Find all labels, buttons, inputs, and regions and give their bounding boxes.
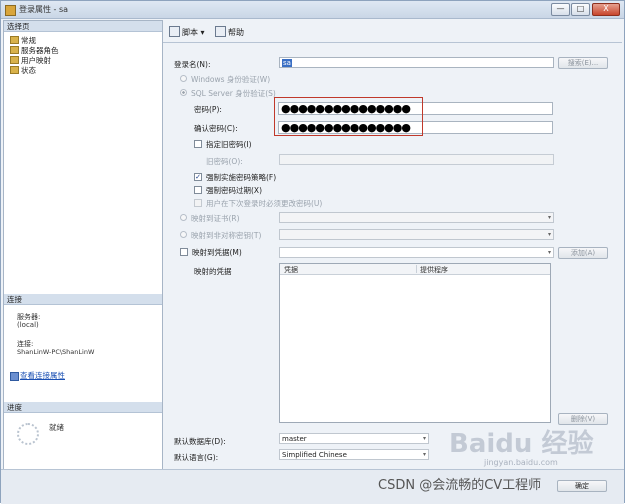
map-asymmetric-key-radio[interactable] [180,231,187,238]
map-asymmetric-key-label: 映射到非对称密钥(T) [191,231,262,240]
progress-spinner-icon [17,423,39,445]
ok-button[interactable]: 确定 [557,480,607,492]
maximize-button[interactable]: □ [571,3,590,16]
default-language-label: 默认语言(G): [174,453,219,462]
script-button[interactable]: 脚本 ▾ [169,26,205,38]
windows-auth-radio[interactable] [180,75,187,82]
sql-auth-radio[interactable] [180,89,187,96]
chevron-down-icon: ▾ [422,435,426,442]
mapped-credentials-grid[interactable]: 凭据 提供程序 [279,263,551,423]
certificate-combobox[interactable]: ▾ [279,212,554,223]
nav-item-user-mapping[interactable]: 用户映射 [10,56,51,65]
view-connection-properties-link[interactable]: 查看连接属性 [20,370,65,381]
specify-old-password-label: 指定旧密码(I) [206,140,252,149]
baidu-watermark: Baidu 经验 [449,429,594,459]
enforce-expiration-checkbox[interactable] [194,186,202,194]
window-title: 登录属性 - sa [19,5,69,14]
mapped-credentials-label: 映射的凭据 [194,267,232,276]
connection-properties-icon [10,372,19,381]
progress-header: 进度 [4,402,162,413]
server-value: (local) [17,321,39,329]
enforce-policy-label: 强制实施密码策略(F) [206,173,277,182]
nav-item-status[interactable]: 状态 [10,66,36,75]
chevron-down-icon: ▾ [422,451,426,458]
map-certificate-label: 映射到证书(R) [191,214,240,223]
page-icon [10,36,19,44]
chevron-down-icon: ▾ [547,249,551,256]
sql-auth-label: SQL Server 身份验证(S) [191,89,276,98]
connection-value: ShanLinW-PC\ShanLinW [17,348,95,356]
connection-header: 连接 [4,294,162,305]
specify-old-password-checkbox[interactable] [194,140,202,148]
must-change-label: 用户在下次登录时必须更改密码(U) [206,199,323,208]
map-certificate-radio[interactable] [180,214,187,221]
page-icon [10,66,19,74]
chevron-down-icon: ▾ [547,214,551,221]
progress-status: 就绪 [49,423,64,432]
jingyan-watermark: jingyan.baidu.com [484,458,558,467]
password-label: 密码(P): [194,105,222,114]
default-database-combobox[interactable]: master ▾ [279,433,429,444]
csdn-watermark: CSDN @会流畅的CV工程师 [378,478,542,493]
search-button[interactable]: 搜索(E)... [558,57,608,69]
enforce-policy-checkbox[interactable]: ✓ [194,173,202,181]
page-icon [10,46,19,54]
add-credential-button[interactable]: 添加(A) [558,247,608,259]
minimize-button[interactable]: — [551,3,570,16]
map-credential-label: 映射到凭据(M) [192,248,242,257]
must-change-checkbox[interactable] [194,199,202,207]
toolbar: 脚本 ▾ 帮助 [163,20,622,43]
old-password-input[interactable] [279,154,554,165]
credential-combobox[interactable]: ▾ [279,247,554,258]
close-button[interactable]: X [592,3,620,16]
title-bar[interactable]: 登录属性 - sa — □ X [1,1,624,19]
windows-auth-label: Windows 身份验证(W) [191,75,271,84]
help-icon [215,26,226,37]
nav-item-general[interactable]: 常规 [10,36,36,45]
nav-item-server-roles[interactable]: 服务器角色 [10,46,59,55]
chevron-down-icon: ▾ [547,231,551,238]
default-language-combobox[interactable]: Simplified Chinese ▾ [279,449,429,460]
default-database-label: 默认数据库(D): [174,437,226,446]
asymmetric-key-combobox[interactable]: ▾ [279,229,554,240]
select-page-header: 选择页 [4,21,162,32]
grid-col-credential[interactable]: 凭据 [284,265,298,275]
left-pane: 选择页 常规 服务器角色 用户映射 状态 连接 服务器: (local) 连接:… [3,20,163,470]
password-highlight-box [274,97,423,136]
map-credential-checkbox[interactable] [180,248,188,256]
grid-col-provider[interactable]: 提供程序 [420,265,448,275]
script-icon [169,26,180,37]
old-password-label: 旧密码(O): [206,157,243,166]
grid-header: 凭据 提供程序 [280,264,550,275]
confirm-password-label: 确认密码(C): [194,124,238,133]
login-properties-window: 登录属性 - sa — □ X 选择页 常规 服务器角色 用户映射 状态 连接 … [0,0,625,504]
login-name-label: 登录名(N): [174,60,211,69]
enforce-expiration-label: 强制密码过期(X) [206,186,262,195]
login-name-input[interactable]: sa [279,57,554,68]
window-app-icon [5,5,16,16]
page-icon [10,56,19,64]
help-button[interactable]: 帮助 [215,26,244,38]
